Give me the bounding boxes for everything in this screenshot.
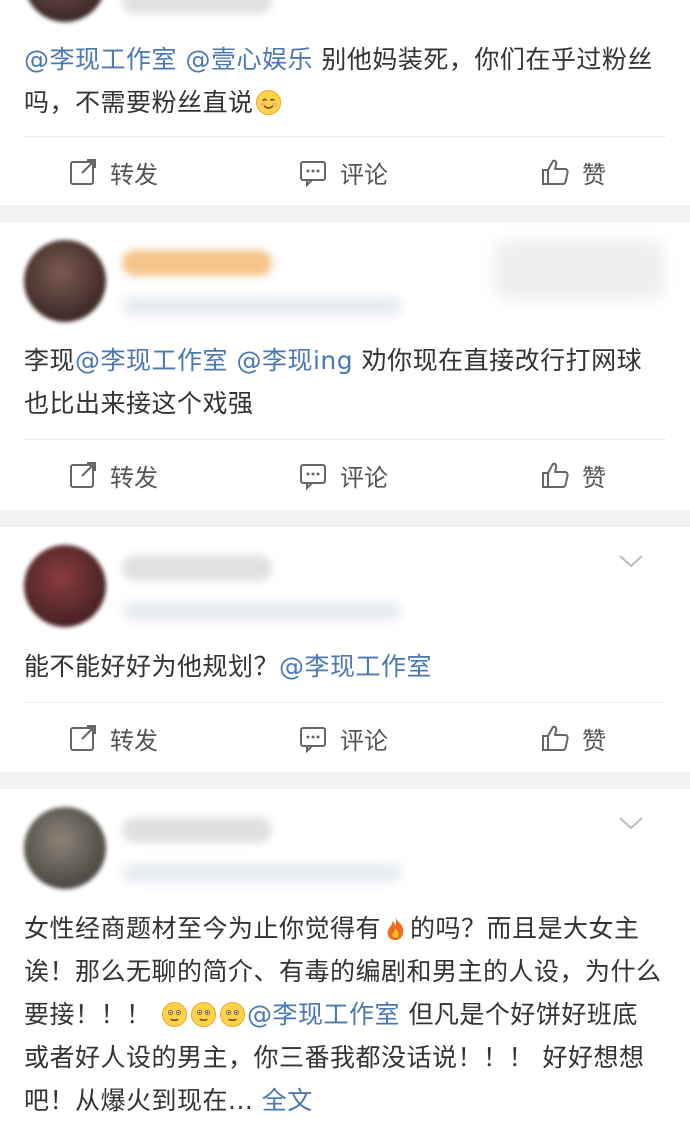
username-blurred[interactable] <box>122 817 272 843</box>
smile-emoji <box>255 89 281 116</box>
comment-button[interactable]: 评论 <box>298 708 388 768</box>
like-button[interactable]: 赞 <box>540 708 606 768</box>
divider <box>24 439 666 440</box>
comment-icon <box>300 727 326 753</box>
comment-button-label: 评论 <box>340 160 388 189</box>
share-square-icon <box>70 159 96 185</box>
comment-button[interactable]: 评论 <box>298 445 388 505</box>
repost-button-label: 转发 <box>110 160 158 189</box>
action-bar: 转发 评论 赞 <box>0 445 690 505</box>
comment-icon <box>300 464 326 490</box>
post-card-2: 李现@李现工作室 @李现ing 劝你现在直接改行打网球也比出来接这个戏强 转发 评… <box>0 222 690 510</box>
mention-link[interactable]: @壹心娱乐 <box>185 45 313 74</box>
repost-button[interactable]: 转发 <box>68 708 158 768</box>
like-button-label: 赞 <box>582 160 606 189</box>
post-card-3: 能不能好好为他规划？@李现工作室 转发 评论 赞 <box>0 527 690 772</box>
thumbs-up-icon <box>542 159 569 185</box>
mention-link[interactable]: @李现工作室 <box>279 652 432 681</box>
share-square-icon <box>70 462 96 488</box>
like-button[interactable]: 赞 <box>540 142 606 202</box>
post-meta-blurred <box>122 601 402 621</box>
share-square-icon <box>70 725 96 751</box>
comment-button-label: 评论 <box>340 463 388 492</box>
avatar[interactable] <box>24 240 106 322</box>
repost-button[interactable]: 转发 <box>68 142 158 202</box>
repost-button-label: 转发 <box>110 463 158 492</box>
divider <box>24 136 666 137</box>
post-text-segment: 女性经商题材至今为止你觉得有 <box>24 914 382 943</box>
avatar[interactable] <box>24 545 106 627</box>
username-blurred[interactable] <box>122 555 272 581</box>
post-text: 李现@李现工作室 @李现ing 劝你现在直接改行打网球也比出来接这个戏强 <box>24 339 662 425</box>
mention-link[interactable]: @李现工作室 <box>75 346 228 375</box>
username-blurred[interactable] <box>122 0 272 14</box>
fire-emoji <box>387 916 404 941</box>
action-bar: 转发 评论 赞 <box>0 142 690 202</box>
meh-emoji <box>219 1001 245 1028</box>
post-text: 女性经商题材至今为止你觉得有 的吗？而且是大女主诶！那么无聊的简介、有毒的编剧和男… <box>24 907 662 1122</box>
post-text: @李现工作室 @壹心娱乐 别他妈装死，你们在乎过粉丝吗，不需要粉丝直说 <box>24 38 662 124</box>
divider <box>24 702 666 703</box>
thumbs-up-icon <box>542 725 569 751</box>
post-card-1: @李现工作室 @壹心娱乐 别他妈装死，你们在乎过粉丝吗，不需要粉丝直说 转发 评论… <box>0 0 690 205</box>
comment-button[interactable]: 评论 <box>298 142 388 202</box>
post-meta-blurred <box>122 296 402 316</box>
meh-emoji <box>161 1001 187 1028</box>
avatar[interactable] <box>24 0 106 22</box>
mention-link[interactable]: @李现工作室 <box>247 1000 400 1029</box>
post-meta-blurred <box>122 863 402 883</box>
weibo-feed: @李现工作室 @壹心娱乐 别他妈装死，你们在乎过粉丝吗，不需要粉丝直说 转发 评论… <box>0 0 690 1133</box>
post-header <box>24 545 664 635</box>
post-text-segment: 能不能好好为他规划？ <box>24 652 280 681</box>
post-header <box>24 240 664 330</box>
post-header <box>24 807 664 897</box>
mention-link[interactable]: @李现ing <box>236 346 353 375</box>
read-more-link[interactable]: 全文 <box>253 1086 313 1115</box>
repost-button-label: 转发 <box>110 726 158 755</box>
comment-button-label: 评论 <box>340 726 388 755</box>
username-blurred[interactable] <box>122 250 272 276</box>
chevron-down-icon[interactable] <box>618 813 644 833</box>
post-text-segment: 李现 <box>24 346 76 375</box>
post-card-4: 女性经商题材至今为止你觉得有 的吗？而且是大女主诶！那么无聊的简介、有毒的编剧和男… <box>0 789 690 1133</box>
avatar[interactable] <box>24 807 106 889</box>
post-text: 能不能好好为他规划？@李现工作室 <box>24 645 662 688</box>
mention-link[interactable]: @李现工作室 <box>24 45 177 74</box>
chevron-down-icon[interactable] <box>618 551 644 571</box>
thumbs-up-icon <box>542 462 569 488</box>
meh-emoji <box>190 1001 216 1028</box>
action-bar: 转发 评论 赞 <box>0 708 690 768</box>
like-button[interactable]: 赞 <box>540 445 606 505</box>
like-button-label: 赞 <box>582 463 606 492</box>
like-button-label: 赞 <box>582 726 606 755</box>
follow-badge-blurred[interactable] <box>494 240 664 300</box>
repost-button[interactable]: 转发 <box>68 445 158 505</box>
comment-icon <box>300 161 326 187</box>
